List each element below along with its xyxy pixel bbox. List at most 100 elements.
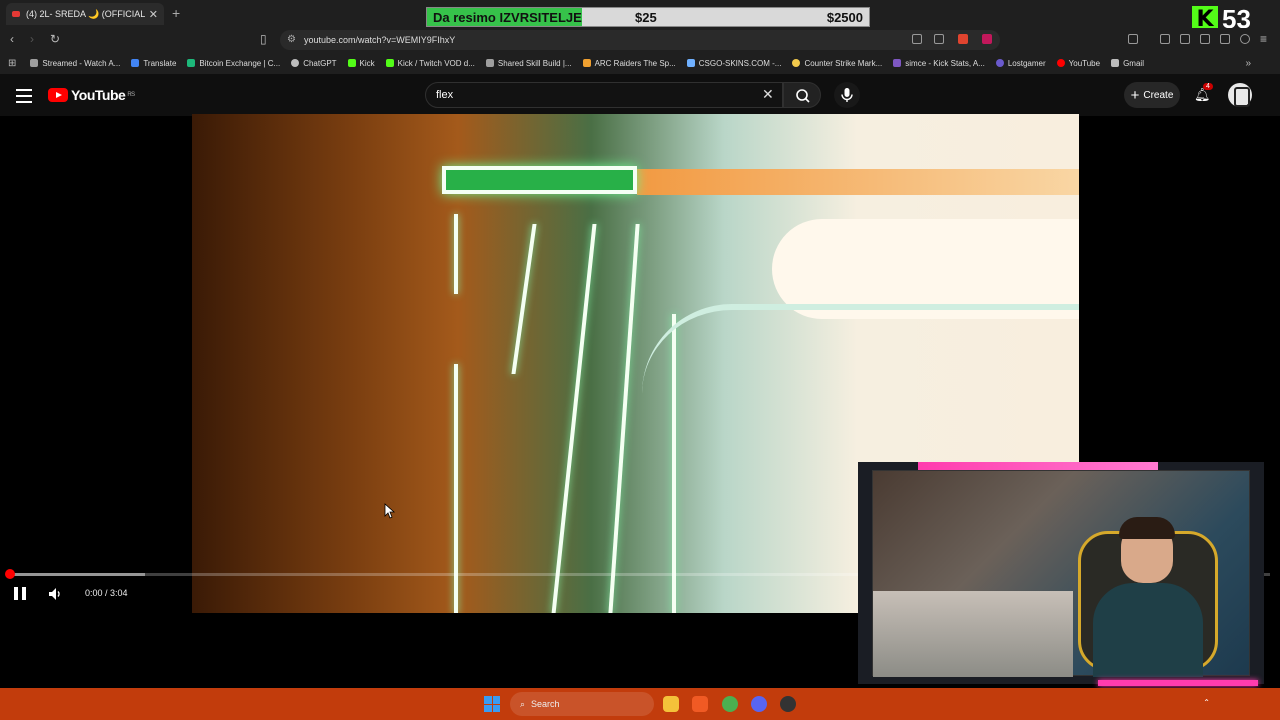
bookmark-item[interactable]: Shared Skill Build |...: [485, 59, 572, 68]
bookmark-favicon-icon: [792, 59, 801, 67]
video-graphic: [454, 214, 458, 294]
bookmark-favicon-icon: [291, 59, 300, 67]
search-icon: [796, 89, 810, 103]
vpn-icon[interactable]: [1220, 34, 1230, 44]
new-tab-button[interactable]: +: [172, 5, 180, 21]
bookmark-item[interactable]: Gmail: [1111, 59, 1144, 68]
account-avatar[interactable]: [1228, 83, 1252, 107]
video-graphic: [511, 224, 537, 374]
reload-icon[interactable]: ↻: [50, 32, 60, 46]
webcam-neon-bar: [918, 462, 1158, 470]
search-input[interactable]: flex: [425, 82, 783, 108]
search-icon: ⌕: [520, 698, 526, 709]
recording-icon: [12, 11, 20, 17]
bookmark-item[interactable]: CSGO-SKINS.COM -...: [686, 59, 781, 68]
bookmark-favicon-icon: [485, 59, 494, 67]
bookmark-favicon-icon: [131, 59, 140, 67]
video-graphic: [642, 304, 1079, 424]
youtube-logo-text: YouTube: [71, 87, 126, 103]
discord-icon[interactable]: [751, 696, 767, 712]
bookmark-item[interactable]: Kick / Twitch VOD d...: [385, 59, 475, 68]
apps-icon[interactable]: ⊞: [8, 58, 16, 69]
tab-search-icon[interactable]: [1180, 34, 1190, 44]
browser-nav-bar: ‹ › ↻ ▯ ⚙ youtube.com/watch?v=WEMIY9FIhx…: [0, 28, 1280, 52]
extensions-icon[interactable]: [1200, 34, 1210, 44]
pause-button[interactable]: [14, 587, 28, 600]
search-query: flex: [436, 89, 454, 101]
bookmark-favicon-icon: [385, 59, 394, 67]
taskbar-search[interactable]: ⌕ Search: [510, 692, 654, 716]
share-icon[interactable]: [934, 34, 944, 44]
mouse-cursor-icon: [384, 503, 396, 519]
site-info-icon[interactable]: ⚙: [287, 34, 296, 45]
browser-tab[interactable]: (4) 2L- SREDA 🌙 (OFFICIAL V ✕: [6, 3, 164, 25]
volume-button[interactable]: [48, 587, 64, 604]
windows-start-icon[interactable]: [484, 696, 500, 712]
bookmark-item[interactable]: Streamed - Watch A...: [30, 59, 120, 68]
scrubber-handle[interactable]: [5, 569, 15, 579]
plus-icon: +: [1130, 86, 1140, 104]
buffered-bar: [10, 573, 145, 576]
bookmark-favicon-icon: [686, 59, 695, 67]
region-code: RS: [127, 92, 135, 98]
file-explorer-icon[interactable]: [663, 696, 679, 712]
bookmark-item[interactable]: Kick: [347, 59, 375, 68]
webcam-overlay: [858, 462, 1264, 686]
url-text: youtube.com/watch?v=WEMIY9FIhxY: [304, 35, 456, 45]
video-graphic: [637, 169, 1079, 195]
bookmark-item[interactable]: Bitcoin Exchange | C...: [187, 59, 280, 68]
bookmarks-bar: ⊞ Streamed - Watch A... Translate Bitcoi…: [0, 52, 1280, 74]
bookmark-item[interactable]: Counter Strike Mark...: [792, 59, 882, 68]
taskbar-search-label: Search: [531, 699, 560, 709]
microphone-icon: [841, 88, 853, 102]
webcam-neon-strip: [1098, 680, 1258, 686]
sidebar-icon[interactable]: [1128, 34, 1138, 44]
webcam-desk: [873, 591, 1073, 677]
bookmark-item[interactable]: Lostgamer: [995, 59, 1046, 68]
notifications-button[interactable]: 🔔︎ 4: [1194, 83, 1213, 103]
close-tab-icon[interactable]: ✕: [149, 8, 158, 21]
windows-taskbar: ⌕ Search ⌃: [0, 688, 1280, 720]
rewards-icon[interactable]: [982, 34, 992, 44]
video-graphic: [442, 166, 637, 194]
pause-icon: [22, 587, 26, 600]
webcam-streamer: [1093, 517, 1203, 677]
youtube-play-logo-icon: [48, 88, 68, 102]
bookmark-item[interactable]: ChatGPT: [291, 59, 337, 68]
voice-search-button[interactable]: [834, 82, 860, 108]
bookmark-favicon-icon: [30, 59, 39, 67]
search-button[interactable]: [783, 82, 821, 108]
chevron-up-icon[interactable]: ⌃: [1203, 698, 1210, 707]
address-bar[interactable]: ⚙ youtube.com/watch?v=WEMIY9FIhxY: [280, 30, 1000, 50]
steam-icon[interactable]: [780, 696, 796, 712]
tab-title: (4) 2L- SREDA 🌙 (OFFICIAL V: [26, 8, 145, 19]
notification-badge: 4: [1203, 83, 1213, 90]
create-label: Create: [1143, 89, 1174, 101]
bookmark-item[interactable]: YouTube: [1056, 59, 1100, 68]
youtube-header: YouTube RS flex ✕ + Create 🔔︎ 4: [0, 74, 1280, 116]
chrome-icon[interactable]: [722, 696, 738, 712]
system-tray[interactable]: ⌃: [1203, 698, 1270, 707]
bookmark-item[interactable]: Translate: [131, 59, 176, 68]
webcam-feed: [872, 470, 1250, 677]
clear-search-icon[interactable]: ✕: [762, 86, 774, 103]
bookmark-item[interactable]: simce - Kick Stats, A...: [893, 59, 985, 68]
video-graphic: [551, 224, 597, 613]
cast-icon[interactable]: [912, 34, 922, 44]
more-bookmarks-icon[interactable]: »: [1245, 58, 1251, 69]
brave-shield-icon[interactable]: [958, 34, 968, 44]
create-button[interactable]: + Create: [1124, 82, 1180, 108]
forward-icon[interactable]: ›: [30, 32, 34, 46]
brave-browser-icon[interactable]: [692, 696, 708, 712]
profile-icon[interactable]: [1240, 34, 1250, 44]
back-icon[interactable]: ‹: [10, 32, 14, 46]
media-icon[interactable]: [1160, 34, 1170, 44]
youtube-logo[interactable]: YouTube RS: [48, 87, 135, 103]
donation-current: $25: [635, 9, 657, 25]
bookmark-icon[interactable]: ▯: [260, 32, 267, 46]
menu-icon[interactable]: ≡: [1260, 32, 1267, 46]
bookmark-favicon-icon: [995, 59, 1004, 67]
donation-goal-banner: Da resimo IZVRSITELJE $25 $2500: [426, 7, 870, 27]
hamburger-menu-icon[interactable]: [16, 89, 32, 107]
bookmark-item[interactable]: ARC Raiders The Sp...: [582, 59, 676, 68]
